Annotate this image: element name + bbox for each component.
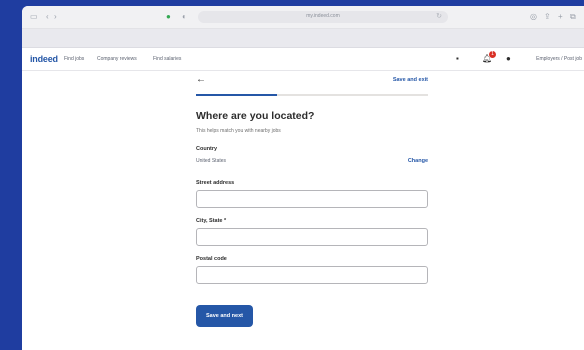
arrow-left-icon[interactable]: ←	[196, 74, 206, 85]
page-subtitle: This helps match you with nearby jobs	[196, 128, 281, 134]
back-nav-icon[interactable]: ‹	[46, 12, 49, 22]
change-country-link[interactable]: Change	[408, 158, 428, 164]
progress-bar	[196, 94, 428, 96]
forward-nav-icon[interactable]: ›	[54, 12, 57, 22]
tab-overview-icon[interactable]: ⧉	[570, 12, 576, 22]
extension-icon[interactable]: ●	[166, 12, 171, 22]
location-form: ← Save and exit Where are you located? T…	[196, 74, 428, 327]
downloads-icon[interactable]: ◎	[530, 12, 537, 22]
save-and-next-button[interactable]: Save and next	[196, 305, 253, 327]
address-bar[interactable]: my.indeed.com ↻	[198, 11, 448, 23]
reload-icon[interactable]: ↻	[436, 12, 442, 20]
country-row: United States Change	[196, 158, 428, 168]
postal-code-field: Postal code	[196, 256, 428, 284]
tab-strip	[22, 29, 584, 48]
messages-icon[interactable]: ▪	[456, 54, 459, 63]
nav-company-reviews[interactable]: Company reviews	[97, 56, 137, 62]
notification-badge: 1	[489, 51, 496, 58]
nav-find-jobs[interactable]: Find jobs	[64, 56, 84, 62]
browser-window: ▭ ‹ › ● ◐ my.indeed.com ↻ ◎ ⇪ + ⧉ indeed…	[22, 6, 584, 350]
save-and-exit-link[interactable]: Save and exit	[393, 77, 428, 83]
city-state-field: City, State *	[196, 218, 428, 246]
progress-fill	[196, 94, 278, 96]
street-address-field: Street address	[196, 180, 428, 208]
browser-toolbar: ▭ ‹ › ● ◐ my.indeed.com ↻ ◎ ⇪ + ⧉	[22, 6, 584, 29]
city-state-label: City, State *	[196, 218, 227, 224]
site-header: indeed Find jobs Company reviews Find sa…	[22, 48, 584, 71]
country-value: United States	[196, 158, 227, 164]
sidebar-toggle-icon[interactable]: ▭	[30, 12, 38, 22]
nav-find-salaries[interactable]: Find salaries	[153, 56, 181, 62]
url-text: my.indeed.com	[306, 13, 340, 19]
page-title: Where are you located?	[196, 110, 315, 122]
new-tab-icon[interactable]: +	[558, 12, 563, 22]
share-icon[interactable]: ⇪	[544, 12, 551, 22]
form-topbar: ← Save and exit	[196, 74, 428, 94]
postal-code-label: Postal code	[196, 256, 227, 262]
indeed-logo[interactable]: indeed	[30, 54, 58, 64]
city-state-input[interactable]	[196, 228, 428, 246]
postal-code-input[interactable]	[196, 266, 428, 284]
street-address-input[interactable]	[196, 190, 428, 208]
profile-icon[interactable]: ●	[506, 54, 511, 63]
country-label: Country	[196, 146, 218, 152]
street-address-label: Street address	[196, 180, 235, 186]
employers-link[interactable]: Employers / Post job	[536, 56, 582, 62]
privacy-icon[interactable]: ◐	[182, 12, 187, 22]
